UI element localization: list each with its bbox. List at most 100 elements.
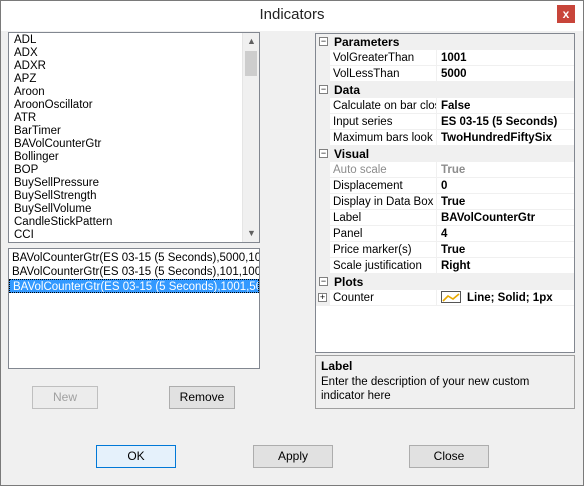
row-gutter: [316, 50, 330, 66]
category-parameters[interactable]: − Parameters: [316, 34, 574, 50]
property-value[interactable]: False: [438, 98, 574, 114]
property-value-text: Line; Solid; 1px: [467, 292, 553, 304]
property-row[interactable]: Display in Data Box True: [316, 194, 574, 210]
property-row[interactable]: Displacement 0: [316, 178, 574, 194]
property-row[interactable]: Panel 4: [316, 226, 574, 242]
indicator-list-item[interactable]: ADXR: [9, 60, 259, 73]
window-title: Indicators: [259, 6, 325, 23]
indicator-list-item[interactable]: ADX: [9, 47, 259, 60]
indicator-list-item[interactable]: BuySellVolume: [9, 203, 259, 216]
property-row[interactable]: Auto scale True: [316, 162, 574, 178]
property-row[interactable]: Price marker(s) True: [316, 242, 574, 258]
help-title: Label: [321, 359, 353, 373]
category-data[interactable]: − Data: [316, 82, 574, 98]
row-gutter: [316, 114, 330, 130]
property-value[interactable]: ES 03-15 (5 Seconds): [438, 114, 574, 130]
indicator-list-item[interactable]: BuySellStrength: [9, 190, 259, 203]
property-value[interactable]: Line; Solid; 1px: [438, 290, 574, 306]
row-gutter: [316, 226, 330, 242]
property-row[interactable]: VolLessThan 5000: [316, 66, 574, 82]
property-row[interactable]: Scale justification Right: [316, 258, 574, 274]
configured-indicator-item[interactable]: BAVolCounterGtr(ES 03-15 (5 Seconds),100…: [9, 279, 259, 293]
indicator-list-item[interactable]: ADL: [9, 34, 259, 47]
scroll-up-icon[interactable]: ▲: [243, 33, 259, 50]
new-button[interactable]: New: [32, 386, 98, 409]
indicator-list-item[interactable]: AroonOscillator: [9, 99, 259, 112]
indicator-list-item[interactable]: CandleStickPattern: [9, 216, 259, 229]
category-label: Parameters: [334, 35, 400, 49]
ok-button[interactable]: OK: [96, 445, 176, 468]
property-name: Displacement: [330, 178, 437, 194]
property-value[interactable]: 0: [438, 178, 574, 194]
line-plot-icon: [441, 291, 461, 303]
property-name: Maximum bars look I: [330, 130, 437, 146]
property-row[interactable]: Input series ES 03-15 (5 Seconds): [316, 114, 574, 130]
indicator-list-item[interactable]: BAVolCounterGtr: [9, 138, 259, 151]
category-label: Visual: [334, 147, 370, 161]
configured-indicator-item[interactable]: BAVolCounterGtr(ES 03-15 (5 Seconds),101…: [9, 265, 259, 279]
category-label: Data: [334, 83, 361, 97]
scroll-down-icon[interactable]: ▼: [243, 225, 259, 242]
scroll-thumb[interactable]: [245, 51, 257, 76]
property-row[interactable]: Maximum bars look I TwoHundredFiftySix: [316, 130, 574, 146]
expand-icon[interactable]: +: [318, 293, 327, 302]
property-value[interactable]: 4: [438, 226, 574, 242]
category-visual[interactable]: − Visual: [316, 146, 574, 162]
property-name: Calculate on bar clos: [330, 98, 437, 114]
indicator-list-item[interactable]: BuySellPressure: [9, 177, 259, 190]
indicators-dialog: Indicators x ADL ADX ADXR APZ Aroon AroonOsci…: [0, 0, 584, 486]
row-gutter: [316, 242, 330, 258]
help-description: Enter the description of your new custom…: [321, 376, 530, 402]
apply-button[interactable]: Apply: [253, 445, 333, 468]
row-gutter: [316, 130, 330, 146]
property-grid[interactable]: − Parameters VolGreaterThan 1001 VolLessThan…: [315, 33, 575, 353]
property-help-panel: Label Enter the description of your new …: [315, 355, 575, 409]
collapse-icon[interactable]: −: [319, 37, 328, 46]
property-name: Price marker(s): [330, 242, 437, 258]
row-gutter: [316, 210, 330, 226]
title-bar: Indicators x: [1, 1, 583, 31]
category-plots[interactable]: − Plots: [316, 274, 574, 290]
configured-indicator-item[interactable]: BAVolCounterGtr(ES 03-15 (5 Seconds),500…: [9, 251, 259, 265]
indicator-list-item[interactable]: BarTimer: [9, 125, 259, 138]
row-gutter: [316, 194, 330, 210]
property-name: VolGreaterThan: [330, 50, 437, 66]
property-value[interactable]: 1001: [438, 50, 574, 66]
property-value[interactable]: 5000: [438, 66, 574, 82]
property-value[interactable]: TwoHundredFiftySix: [438, 130, 574, 146]
property-row[interactable]: + Counter Line; Solid; 1px: [316, 290, 574, 306]
row-gutter: [316, 258, 330, 274]
category-label: Plots: [334, 275, 364, 289]
indicator-list-item[interactable]: APZ: [9, 73, 259, 86]
property-name: Panel: [330, 226, 437, 242]
collapse-icon[interactable]: −: [319, 85, 328, 94]
indicator-list-item[interactable]: Bollinger: [9, 151, 259, 164]
close-button[interactable]: Close: [409, 445, 489, 468]
property-value[interactable]: Right: [438, 258, 574, 274]
collapse-icon[interactable]: −: [319, 149, 328, 158]
property-value[interactable]: BAVolCounterGtr: [438, 210, 574, 226]
indicator-list-item[interactable]: ATR: [9, 112, 259, 125]
collapse-icon[interactable]: −: [319, 277, 328, 286]
close-window-icon[interactable]: x: [557, 5, 575, 23]
row-gutter: [316, 66, 330, 82]
property-name: Display in Data Box: [330, 194, 437, 210]
row-gutter: [316, 162, 330, 178]
property-name: Scale justification: [330, 258, 437, 274]
indicator-list-item[interactable]: BOP: [9, 164, 259, 177]
indicator-list[interactable]: ADL ADX ADXR APZ Aroon AroonOscillator ATR BarT…: [8, 32, 260, 243]
property-row[interactable]: Label BAVolCounterGtr: [316, 210, 574, 226]
property-name: VolLessThan: [330, 66, 437, 82]
property-value[interactable]: True: [438, 162, 574, 178]
property-value[interactable]: True: [438, 242, 574, 258]
property-name: Counter: [330, 290, 437, 306]
remove-button[interactable]: Remove: [169, 386, 235, 409]
property-row[interactable]: Calculate on bar clos False: [316, 98, 574, 114]
indicator-list-scrollbar[interactable]: ▲ ▼: [242, 33, 259, 242]
property-row[interactable]: VolGreaterThan 1001: [316, 50, 574, 66]
indicator-list-item[interactable]: Aroon: [9, 86, 259, 99]
property-value[interactable]: True: [438, 194, 574, 210]
configured-indicators-list[interactable]: BAVolCounterGtr(ES 03-15 (5 Seconds),500…: [8, 248, 260, 369]
indicator-list-item[interactable]: CCI: [9, 229, 259, 242]
property-name: Label: [330, 210, 437, 226]
